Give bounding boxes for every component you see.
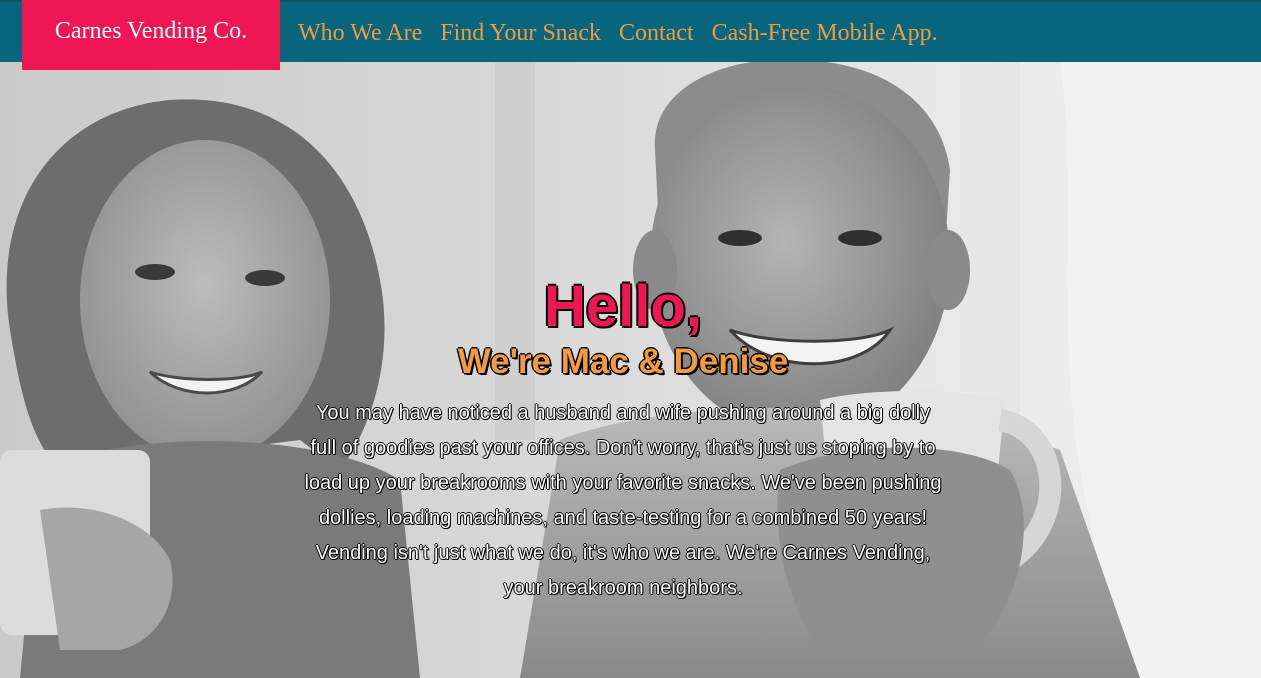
nav-link-find-your-snack[interactable]: Find Your Snack xyxy=(440,20,601,47)
nav-links: Who We Are Find Your Snack Contact Cash-… xyxy=(298,2,938,64)
nav-link-who-we-are[interactable]: Who We Are xyxy=(298,20,422,47)
hero-text: Hello, We're Mac & Denise You may have n… xyxy=(285,272,961,606)
brand-logo-link[interactable]: Carnes Vending Co. xyxy=(22,0,280,70)
hero-subtitle: We're Mac & Denise xyxy=(457,342,789,381)
hero-body-text: You may have noticed a husband and wife … xyxy=(304,402,942,599)
page: Who We Are Find Your Snack Contact Cash-… xyxy=(0,0,1261,678)
nav-link-contact[interactable]: Contact xyxy=(619,20,694,47)
hero-greeting: Hello, xyxy=(544,274,702,339)
nav-link-mobile-app[interactable]: Cash-Free Mobile App. xyxy=(712,20,938,47)
